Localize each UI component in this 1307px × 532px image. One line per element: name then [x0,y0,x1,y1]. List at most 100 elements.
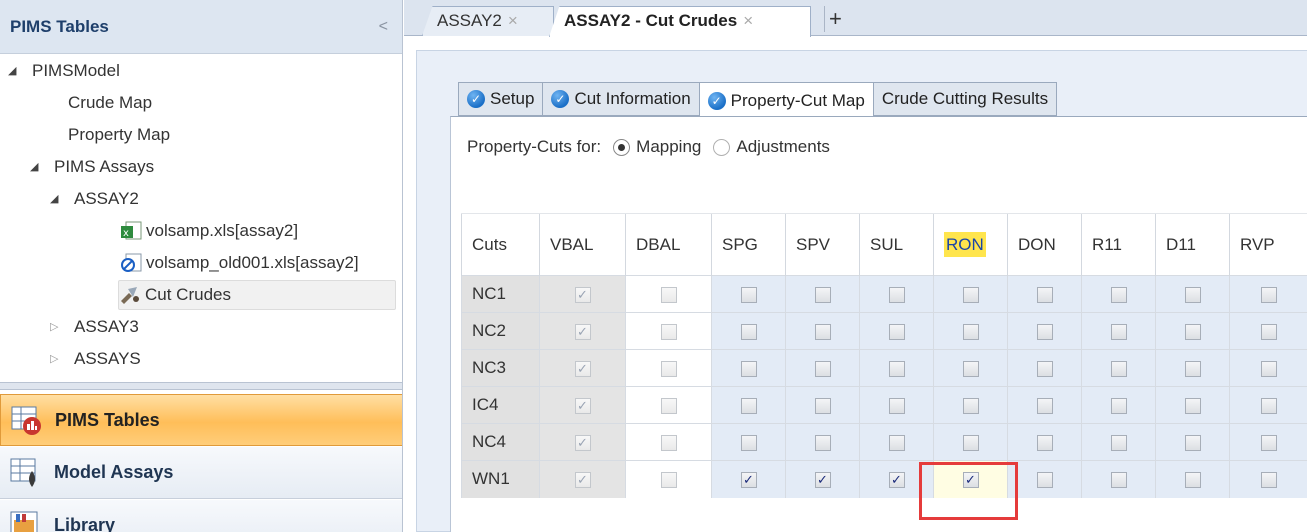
tab-crude-cutting-results[interactable]: Crude Cutting Results [872,82,1058,116]
col-header-vbal[interactable]: VBAL [539,213,626,276]
r11-checkbox[interactable] [1110,471,1127,488]
collapsed-arrow-icon[interactable]: ▷ [50,344,64,374]
sul-checkbox[interactable] [888,286,905,303]
expanded-arrow-icon[interactable]: ◢ [8,56,22,86]
sul-checkbox[interactable] [888,434,905,451]
row-header-nc2: NC2 [461,312,540,350]
collapsed-arrow-icon[interactable]: ▷ [50,312,64,342]
tree-node-pimsmodel[interactable]: ◢ PIMSModel [8,56,120,86]
col-header-spv[interactable]: SPV [785,213,860,276]
r11-checkbox[interactable] [1110,286,1127,303]
tree-node-crude-map[interactable]: Crude Map [68,88,152,118]
ron-checkbox[interactable] [962,323,979,340]
spg-checkbox[interactable] [740,397,757,414]
dbal-checkbox [660,397,677,414]
nav-pims-tables-button[interactable]: PIMS Tables [0,394,402,446]
property-cuts-label: Property-Cuts for: [467,137,602,156]
ron-checkbox[interactable] [962,397,979,414]
sul-checkbox[interactable] [888,323,905,340]
don-checkbox[interactable] [1036,360,1053,377]
radio-mapping[interactable] [613,138,631,156]
panel-splitter[interactable] [0,382,402,390]
spg-checkbox[interactable] [740,286,757,303]
r11-checkbox[interactable] [1110,323,1127,340]
rvp-checkbox[interactable] [1261,360,1278,377]
d11-checkbox[interactable] [1184,434,1201,451]
tree-node-property-map[interactable]: Property Map [68,120,170,150]
vbal-checkbox: ✓ [574,397,591,414]
spv-checkbox[interactable] [814,397,831,414]
col-header-sul[interactable]: SUL [859,213,934,276]
ron-checkbox[interactable] [962,434,979,451]
sul-checkbox[interactable]: ✓ [888,471,905,488]
tab-label: Cut Information [574,89,691,108]
tab-setup[interactable]: ✓ Setup [458,82,543,116]
ron-checkbox[interactable] [962,286,979,303]
vbal-checkbox: ✓ [574,360,591,377]
tree-node-assay3[interactable]: ▷ ASSAY3 [50,312,139,342]
spg-checkbox[interactable] [740,360,757,377]
col-header-d11[interactable]: D11 [1155,213,1230,276]
close-tab-icon[interactable]: × [743,11,753,30]
spg-checkbox[interactable] [740,434,757,451]
model-assays-icon [10,457,44,489]
d11-checkbox[interactable] [1184,397,1201,414]
col-header-rvp[interactable]: RVP [1229,213,1307,276]
spv-checkbox[interactable] [814,434,831,451]
rvp-checkbox[interactable] [1261,471,1278,488]
doc-tab-assay2[interactable]: ASSAY2 × [422,6,554,36]
spv-checkbox[interactable] [814,286,831,303]
expanded-arrow-icon[interactable]: ◢ [30,152,44,182]
don-checkbox[interactable] [1036,397,1053,414]
tree-node-pims-assays[interactable]: ◢ PIMS Assays [30,152,154,182]
don-checkbox[interactable] [1036,323,1053,340]
sul-checkbox[interactable] [888,397,905,414]
rvp-checkbox[interactable] [1261,397,1278,414]
radio-adjustments-label[interactable]: Adjustments [736,137,830,157]
spg-checkbox[interactable]: ✓ [740,471,757,488]
d11-checkbox[interactable] [1184,286,1201,303]
d11-checkbox[interactable] [1184,323,1201,340]
table-row: NC2 ✓ [461,312,1307,350]
d11-checkbox[interactable] [1184,471,1201,488]
tree-node-cut-crudes[interactable]: Cut Crudes [118,280,396,310]
tree-node-assay2[interactable]: ◢ ASSAY2 [50,184,139,214]
tree-node-volsamp[interactable]: x volsamp.xls[assay2] [120,216,298,246]
spg-checkbox[interactable] [740,323,757,340]
doc-tab-cut-crudes[interactable]: ASSAY2 - Cut Crudes × [549,6,811,37]
sul-checkbox[interactable] [888,360,905,377]
col-header-r11[interactable]: R11 [1081,213,1156,276]
nav-library-button[interactable]: Library [0,500,402,532]
rvp-checkbox[interactable] [1261,323,1278,340]
nav-model-assays-button[interactable]: Model Assays [0,447,402,499]
don-checkbox[interactable] [1036,434,1053,451]
col-header-ron[interactable]: RON [933,213,1008,276]
spv-checkbox[interactable]: ✓ [814,471,831,488]
rvp-checkbox[interactable] [1261,434,1278,451]
tab-property-cut-map[interactable]: ✓ Property-Cut Map [698,82,873,118]
tab-cut-information[interactable]: ✓ Cut Information [542,82,699,116]
r11-checkbox[interactable] [1110,360,1127,377]
expanded-arrow-icon[interactable]: ◢ [50,184,64,214]
radio-adjustments[interactable] [713,138,731,156]
new-tab-icon[interactable]: + [824,6,842,32]
collapse-panel-icon[interactable]: < [379,18,388,36]
col-header-dbal[interactable]: DBAL [625,213,712,276]
col-header-don[interactable]: DON [1007,213,1082,276]
vbal-checkbox: ✓ [574,434,591,451]
radio-mapping-label[interactable]: Mapping [636,137,701,157]
close-tab-icon[interactable]: × [508,11,518,30]
r11-checkbox[interactable] [1110,434,1127,451]
spv-checkbox[interactable] [814,323,831,340]
rvp-checkbox[interactable] [1261,286,1278,303]
vbal-checkbox: ✓ [574,286,591,303]
d11-checkbox[interactable] [1184,360,1201,377]
tree-node-volsamp-old[interactable]: volsamp_old001.xls[assay2] [120,248,359,278]
r11-checkbox[interactable] [1110,397,1127,414]
spv-checkbox[interactable] [814,360,831,377]
don-checkbox[interactable] [1036,471,1053,488]
col-header-spg[interactable]: SPG [711,213,786,276]
ron-checkbox[interactable] [962,360,979,377]
don-checkbox[interactable] [1036,286,1053,303]
tree-node-assays[interactable]: ▷ ASSAYS [50,344,141,374]
